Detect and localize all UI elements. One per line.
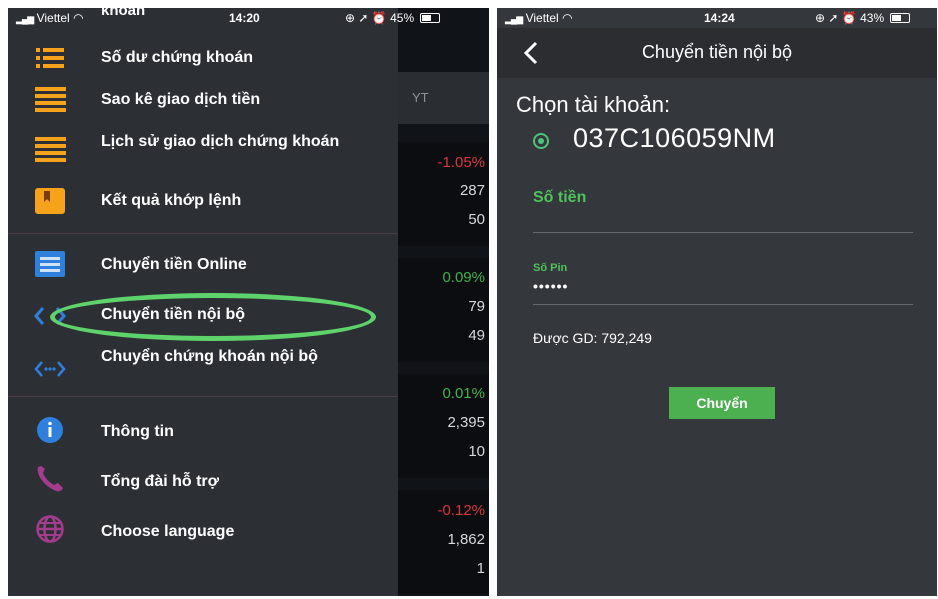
menu-item-label: Sao kê giao dịch tiền — [101, 91, 261, 108]
background-stock-list: YT -1.05% 287 50 0.09% 79 49 0.01% 2,395… — [398, 8, 489, 596]
menu-divider — [8, 396, 398, 397]
account-number: 037C106059NM — [573, 123, 776, 153]
stock-value: 1 — [476, 560, 485, 577]
menu-item-label: Kết quả khớp lệnh — [101, 192, 242, 209]
page-title: Chuyển tiền nội bộ — [641, 42, 793, 62]
alarm-icon: ⏰ — [841, 11, 857, 25]
stock-change: -0.12% — [437, 502, 485, 519]
battery-percent: 43% — [860, 11, 885, 25]
battery-percent: 45% — [390, 11, 415, 25]
statement-icon — [35, 87, 66, 112]
location-icon: ➚ — [828, 11, 839, 25]
wifi-icon: ◠ — [73, 11, 84, 25]
stock-value: 2,395 — [447, 414, 485, 431]
info-icon — [37, 417, 63, 443]
nav-bar: Chuyển tiền nội bộ — [497, 28, 937, 78]
wifi-icon: ◠ — [562, 11, 573, 25]
background-stock-card: 0.01% 2,395 10 — [398, 374, 489, 478]
menu-item-info[interactable]: Thông tin — [8, 413, 398, 449]
stock-value: 10 — [468, 443, 485, 460]
menu-item-stock-history[interactable]: Lịch sử giao dịch chứng khoán — [8, 132, 398, 176]
stock-transfer-icon — [34, 361, 66, 377]
menu-item-choose-language[interactable]: Choose language — [8, 513, 398, 549]
stock-value: 1,862 — [447, 531, 485, 548]
alarm-icon: ⏰ — [371, 11, 387, 25]
highlight-annotation — [50, 293, 376, 341]
carrier-label: ▂▄▆ Viettel ◠ — [16, 11, 84, 25]
list-icon — [36, 48, 64, 68]
phone-icon — [37, 466, 63, 492]
battery-icon — [890, 13, 911, 23]
signal-icon: ▂▄▆ — [505, 14, 523, 24]
background-stock-card: -1.05% 287 50 — [398, 142, 489, 246]
status-right: ⊕ ➚ ⏰ 45% — [345, 11, 441, 25]
navigation-drawer: khoản Số dư chứng khoán Sao kê giao dịch… — [8, 8, 398, 596]
lock-rotation-icon: ⊕ — [815, 11, 826, 25]
available-label: Được GD: — [533, 330, 598, 346]
transfer-online-icon — [35, 251, 65, 277]
right-phone-screen: Chuyển tiền nội bộ Chọn tài khoản: 037C1… — [497, 8, 937, 596]
menu-item-label: Lịch sử giao dịch chứng khoán — [101, 133, 340, 150]
available-value: 792,249 — [601, 330, 652, 346]
stock-change: 0.09% — [442, 269, 485, 286]
background-table-header: YT — [398, 72, 489, 124]
status-time: 14:20 — [229, 11, 260, 25]
globe-icon — [36, 515, 64, 543]
status-time: 14:24 — [704, 11, 735, 25]
background-stock-card: 0.09% 79 49 — [398, 258, 489, 362]
location-icon: ➚ — [358, 11, 369, 25]
menu-item-label: Chuyển chứng khoán nội bộ — [101, 348, 318, 365]
amount-underline — [533, 232, 913, 233]
menu-divider — [8, 233, 398, 234]
amount-input[interactable] — [533, 210, 913, 230]
left-phone-screen: YT -1.05% 287 50 0.09% 79 49 0.01% 2,395… — [8, 8, 489, 596]
stock-value: 79 — [468, 298, 485, 315]
status-bar: ▂▄▆ Viettel ◠ 14:20 ⊕ ➚ ⏰ 45% — [8, 8, 489, 28]
menu-item-label: Thông tin — [101, 423, 174, 440]
menu-item-cash-statement[interactable]: Sao kê giao dịch tiền — [8, 86, 398, 126]
status-bar: ▂▄▆ Viettel ◠ 14:24 ⊕ ➚ ⏰ 43% — [497, 8, 937, 28]
background-header-label: YT — [412, 90, 429, 105]
amount-label: Số tiền — [533, 189, 587, 206]
stock-value: 49 — [468, 327, 485, 344]
menu-item-label: Số dư chứng khoán — [101, 49, 254, 66]
menu-item-label: Choose language — [101, 523, 235, 540]
choose-account-label: Chọn tài khoản: — [516, 92, 671, 117]
radio-selected-icon[interactable] — [533, 133, 549, 149]
battery-icon — [420, 13, 441, 23]
menu-item-match-result[interactable]: Kết quả khớp lệnh — [8, 186, 398, 222]
menu-item-support-hotline[interactable]: Tổng đài hỗ trợ — [8, 463, 398, 499]
bookmark-icon — [35, 188, 65, 214]
stock-value: 50 — [468, 211, 485, 228]
stock-value: 287 — [459, 182, 485, 199]
menu-item-label: Chuyển tiền Online — [101, 256, 247, 273]
menu-item-stock-balance[interactable]: Số dư chứng khoán — [8, 37, 398, 77]
background-stock-card: -0.12% 1,862 1 — [398, 490, 489, 594]
pin-label: Số Pin — [533, 262, 568, 274]
lock-rotation-icon: ⊕ — [345, 11, 356, 25]
stock-change: -1.05% — [437, 154, 485, 171]
carrier-label: ▂▄▆ Viettel ◠ — [505, 11, 573, 25]
transfer-button[interactable]: Chuyển — [669, 387, 775, 419]
menu-item-label: Tổng đài hỗ trợ — [101, 473, 220, 490]
menu-item-online-transfer[interactable]: Chuyển tiền Online — [8, 248, 398, 284]
history-icon — [35, 137, 66, 162]
available-balance: Được GD: 792,249 — [533, 330, 652, 346]
pin-input[interactable]: •••••• — [533, 278, 568, 294]
menu-item-internal-stock-transfer[interactable]: Chuyển chứng khoán nội bộ — [8, 346, 398, 390]
signal-icon: ▂▄▆ — [16, 14, 34, 24]
stock-change: 0.01% — [442, 385, 485, 402]
status-right: ⊕ ➚ ⏰ 43% — [815, 11, 911, 25]
pin-underline — [533, 304, 913, 305]
